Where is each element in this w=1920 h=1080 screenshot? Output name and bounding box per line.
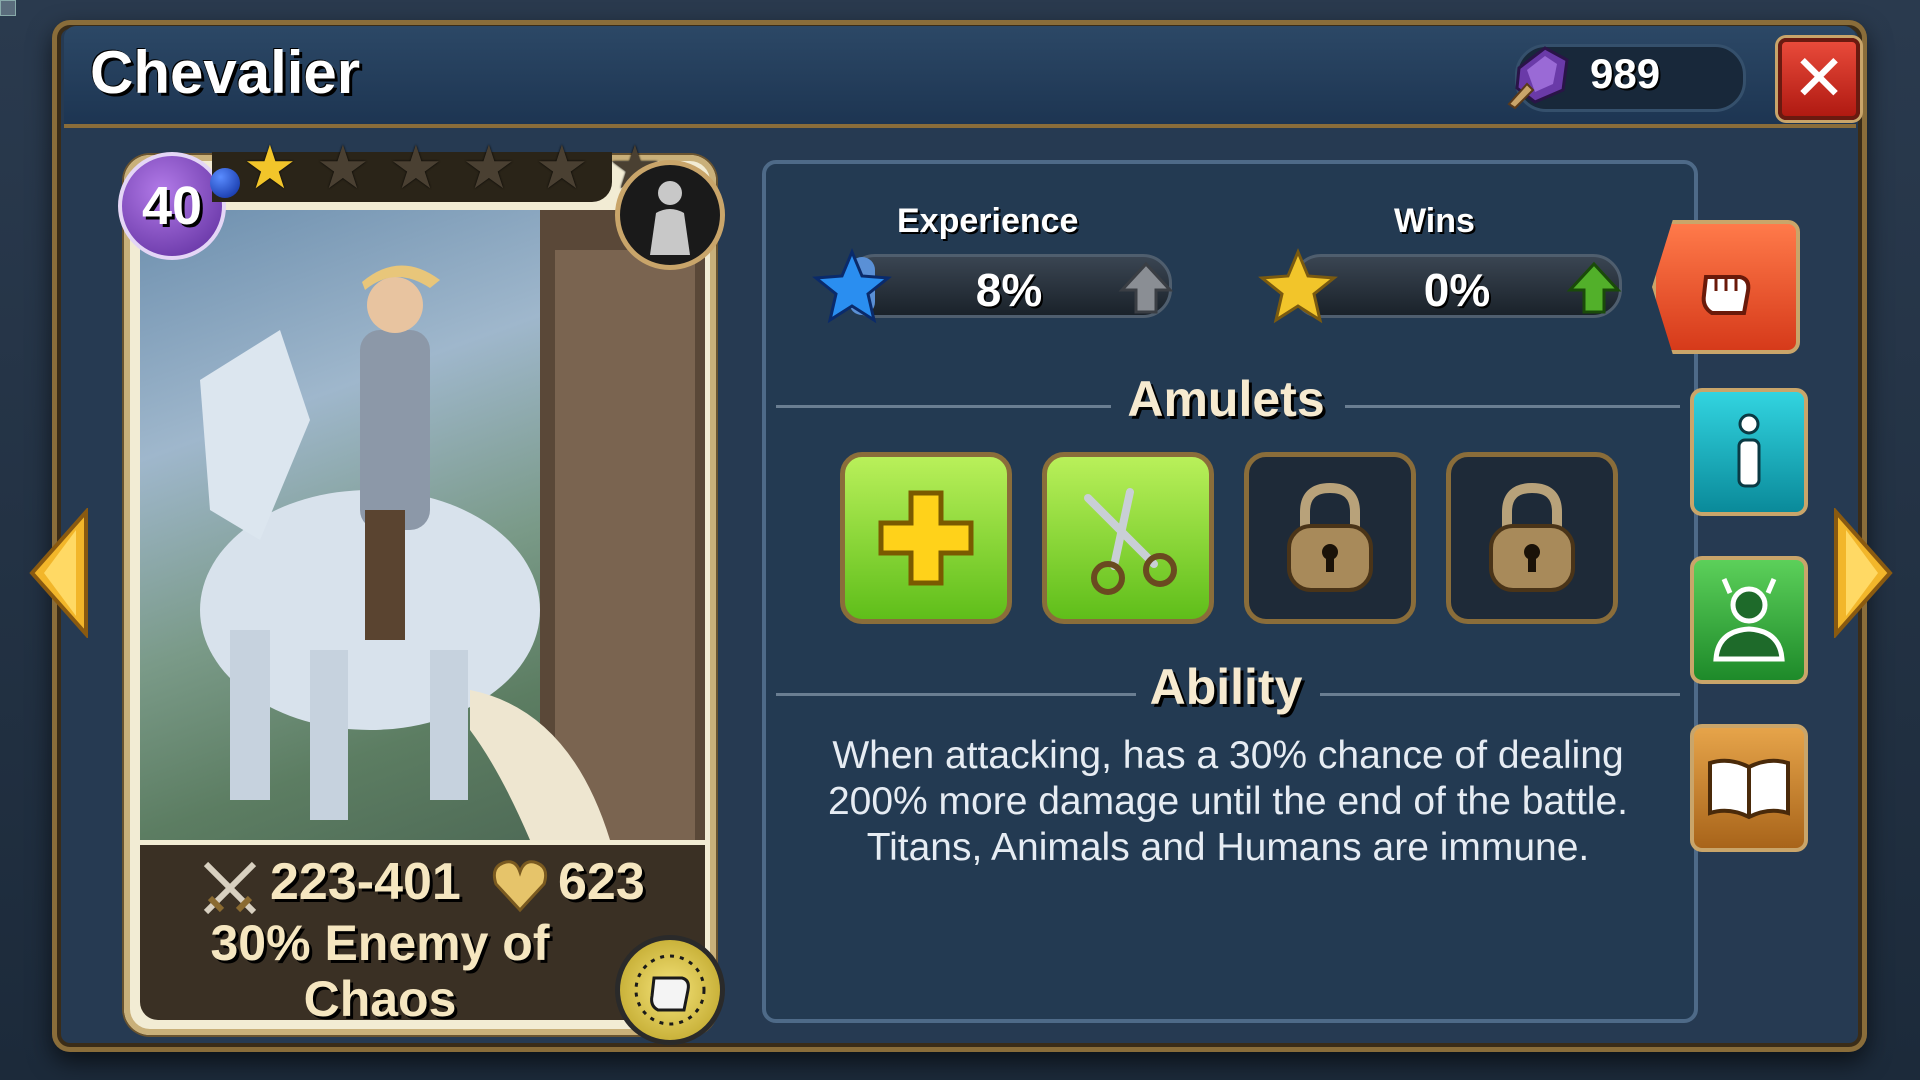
amulet-slot-remove[interactable]	[1042, 452, 1214, 624]
amulet-slot-locked	[1446, 452, 1618, 624]
star-filled-icon: ★	[243, 133, 297, 203]
wins-upgrade-button[interactable]	[1566, 260, 1622, 316]
experience-upgrade-button[interactable]	[1118, 260, 1174, 316]
fist-badge-icon	[615, 935, 725, 1045]
star-empty-icon: ★	[535, 133, 589, 203]
lock-icon	[1287, 482, 1373, 592]
amulets-title: Amulets	[1127, 371, 1325, 427]
hero-perk-text: 30% Enemy of Chaos	[210, 915, 550, 1027]
wins-label: Wins	[1394, 202, 1475, 240]
hero-class-icon[interactable]	[615, 160, 725, 270]
ability-title: Ability	[1149, 659, 1303, 715]
currency-amount: 989	[1590, 50, 1661, 97]
gem-icon	[210, 168, 240, 198]
info-icon	[1737, 413, 1761, 488]
attack-value: 223-401	[270, 853, 461, 911]
fist-icon	[1701, 275, 1751, 315]
close-icon: ✕	[1792, 42, 1846, 116]
lore-button[interactable]	[1690, 724, 1808, 852]
fight-button[interactable]	[1652, 220, 1800, 354]
experience-label: Experience	[897, 202, 1079, 240]
scissors-icon	[1084, 488, 1177, 595]
arrow-up-icon	[1566, 261, 1622, 314]
plus-icon	[878, 490, 974, 586]
star-empty-icon: ★	[316, 133, 370, 203]
evolve-button[interactable]	[1690, 556, 1808, 684]
close-button[interactable]: ✕	[1778, 38, 1860, 120]
hero-name: Chevalier	[90, 39, 361, 106]
purple-crystal-icon	[1507, 46, 1569, 110]
ability-description: When attacking, has a 30% chance of deal…	[827, 734, 1629, 869]
book-icon	[1708, 758, 1790, 820]
amulet-slot-locked	[1244, 452, 1416, 624]
gold-star-icon	[1258, 248, 1338, 324]
arrow-up-icon	[1118, 261, 1174, 314]
attack-swords-icon	[203, 861, 257, 915]
next-hero-arrow-icon[interactable]	[1832, 508, 1894, 638]
star-empty-icon: ★	[462, 133, 516, 203]
hero-portrait	[140, 210, 705, 840]
corner-tile-icon	[0, 0, 16, 16]
hero-silhouette-icon	[1713, 578, 1785, 662]
health-value: 623	[558, 853, 645, 911]
prev-hero-arrow-icon[interactable]	[28, 508, 90, 638]
health-heart-icon	[492, 860, 548, 913]
hero-level-badge: 40	[118, 152, 226, 260]
lock-icon	[1489, 482, 1575, 592]
blue-star-icon	[812, 248, 892, 324]
star-empty-icon: ★	[389, 133, 443, 203]
amulet-slot-add[interactable]	[840, 452, 1012, 624]
info-button[interactable]	[1690, 388, 1808, 516]
